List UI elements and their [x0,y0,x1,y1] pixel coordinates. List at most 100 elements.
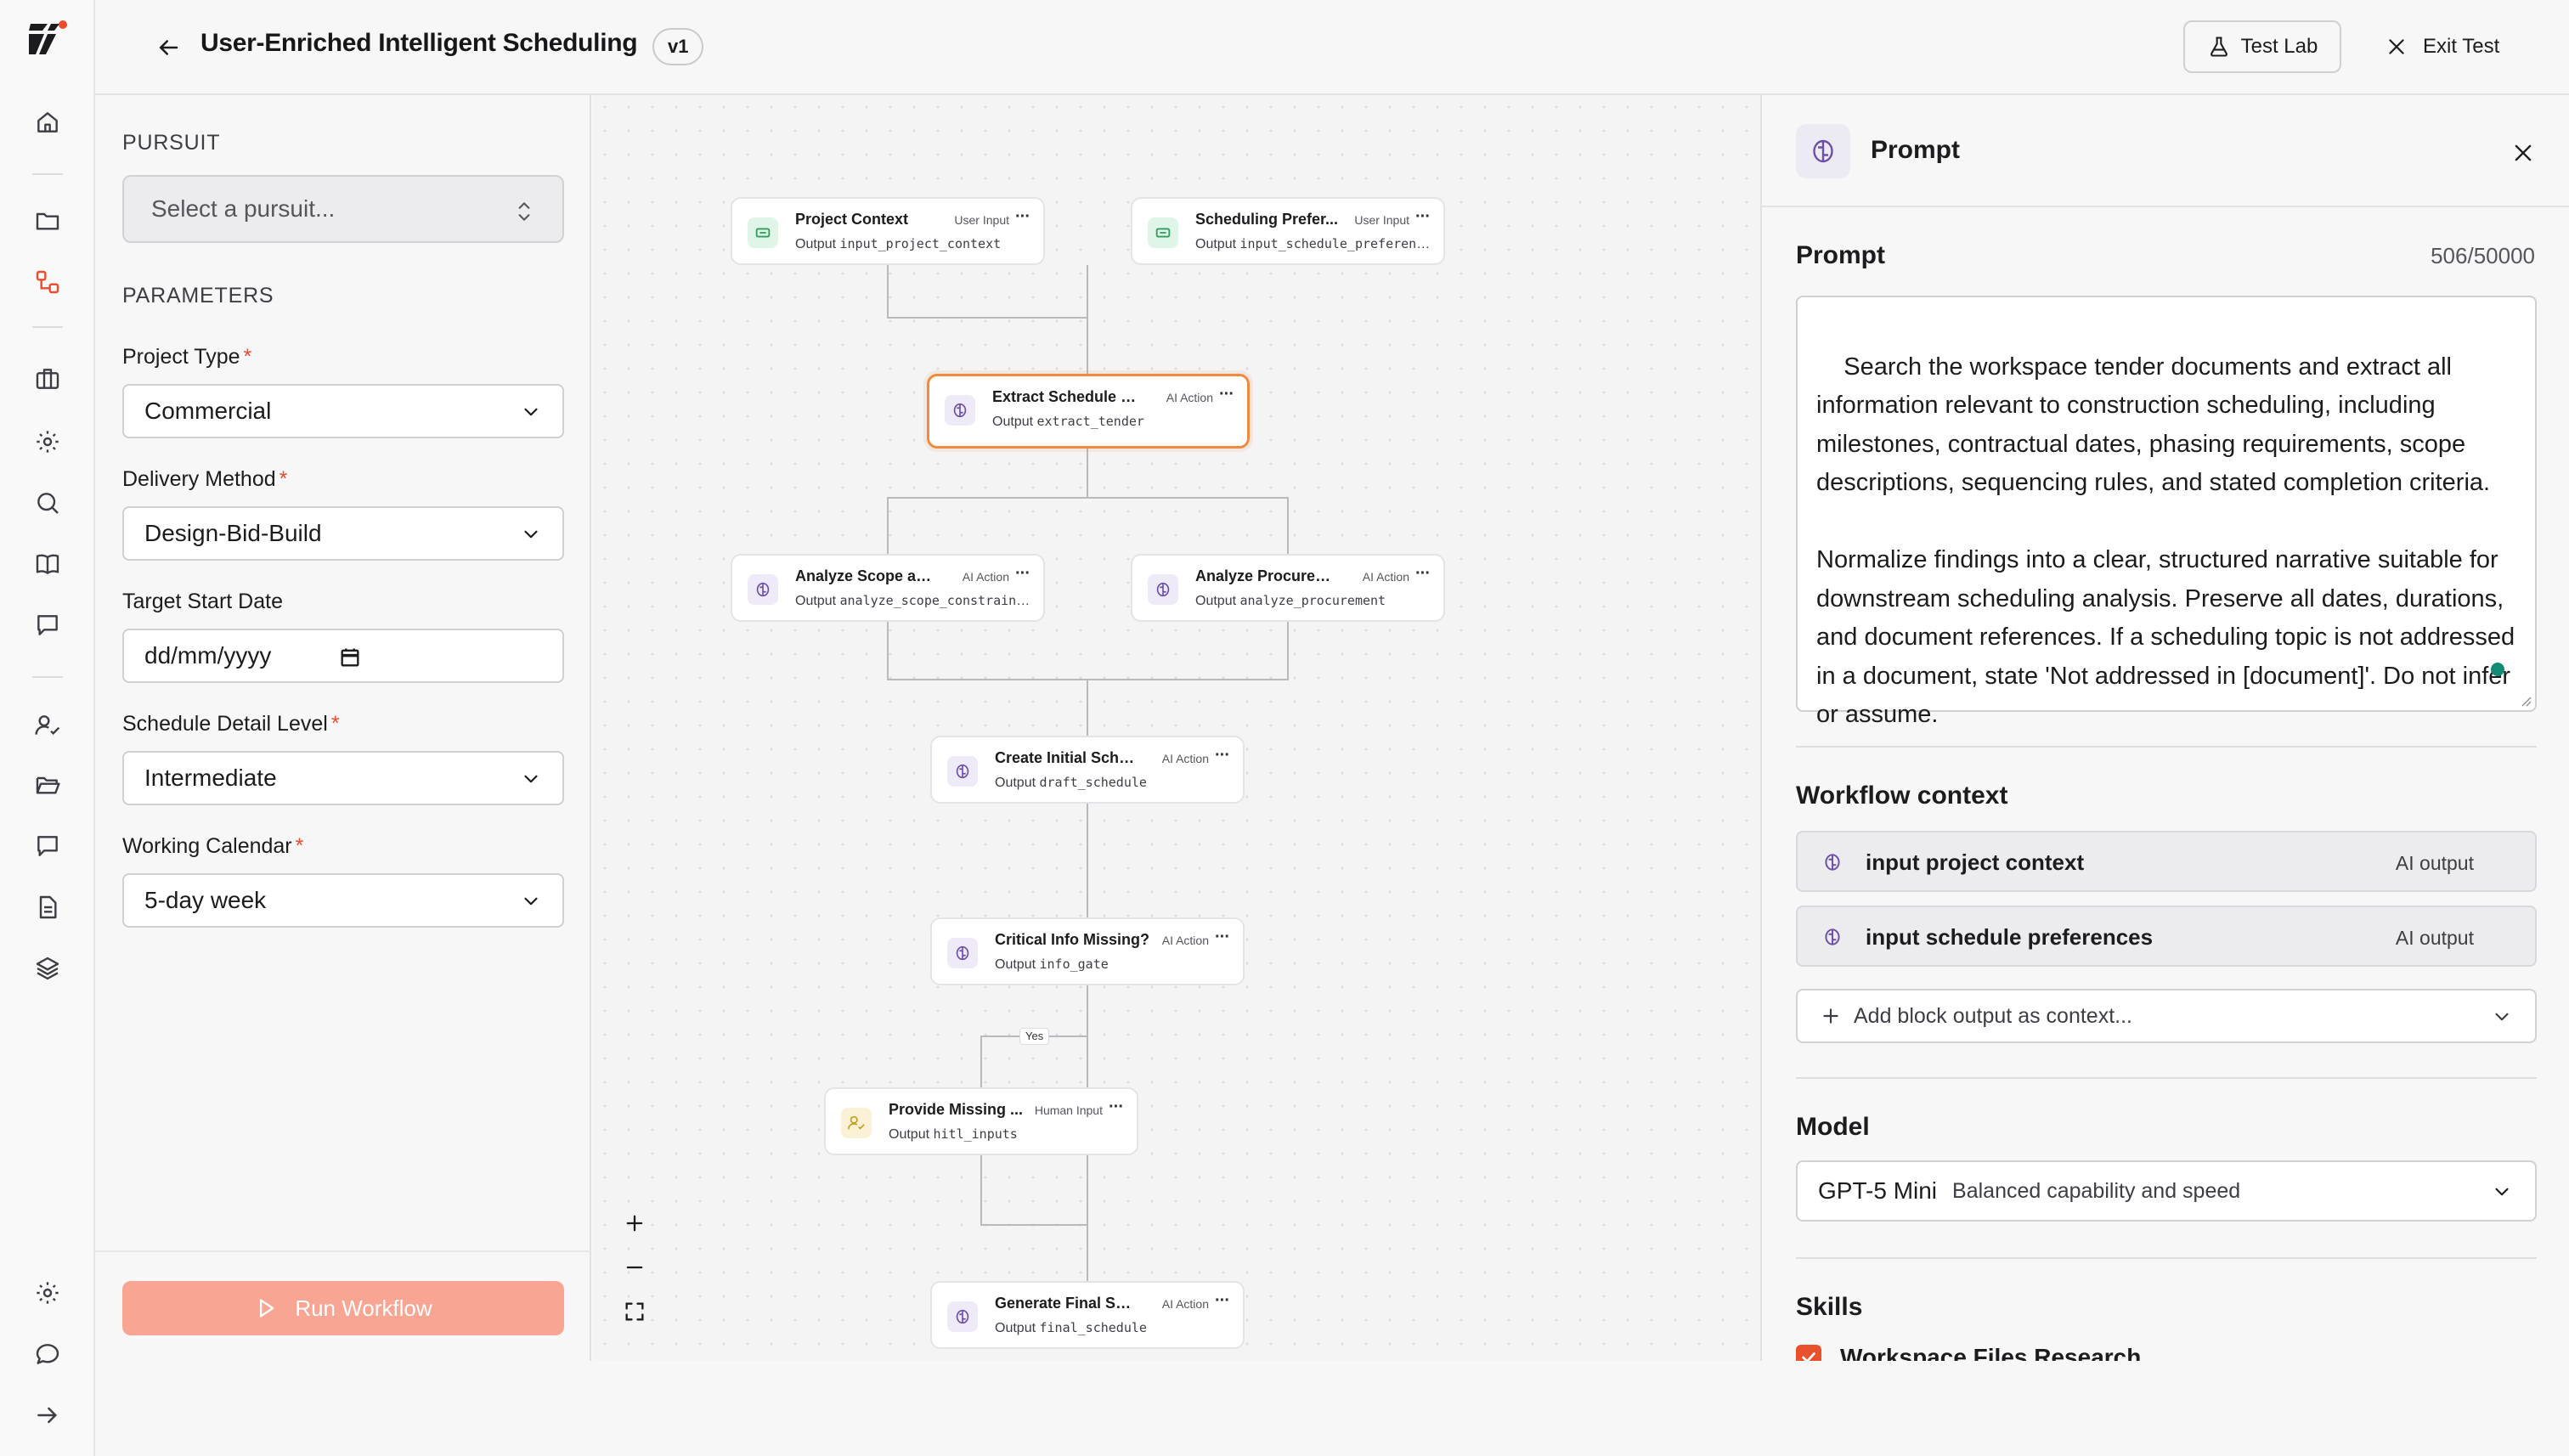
node-type: AI Action [1362,570,1409,584]
more-icon[interactable]: ··· [1215,928,1230,947]
target-start-date-input[interactable]: dd/mm/yyyy [122,629,564,683]
project-type-select[interactable]: Commercial [122,384,564,438]
chevron-updown-icon [518,202,530,221]
schedule-detail-level-label: Schedule Detail Level * [122,712,340,736]
workflow-icon[interactable] [24,258,71,306]
panel-title: Prompt [1871,136,1960,164]
arrow-right-icon[interactable] [24,1391,71,1439]
node-title: Analyze Scope and... [795,567,940,584]
test-lab-label: Test Lab [2240,35,2318,58]
layers-icon[interactable] [24,945,71,992]
prompt-textarea[interactable]: Search the workspace tender documents an… [1796,296,2537,728]
node-title: Critical Info Missing? [995,931,1149,948]
delivery-method-select[interactable]: Design-Bid-Build [122,506,564,561]
ai-brain-icon [1820,924,1845,950]
node-title: Generate Final Sch... [995,1295,1139,1312]
node-output: Output draft_schedule [995,775,1147,790]
add-context-select[interactable]: Add block output as context... [1796,989,2537,1043]
workflow-title: User-Enriched Intelligent Scheduling [200,29,638,57]
parameters-section-label: PARAMETERS [122,284,274,308]
workflow-node[interactable]: Create Initial Sche... AI Action ··· Out… [930,736,1245,804]
folder-icon[interactable] [24,197,71,245]
ai-brain-icon [748,574,778,605]
book-icon[interactable] [24,540,71,588]
ai-brain-icon [1820,849,1845,875]
workflow-canvas[interactable]: Yes Project Context User Input ··· Outpu… [593,95,1760,1361]
ai-brain-icon [945,395,975,426]
node-title: Provide Missing ... [889,1101,1024,1118]
context-item[interactable]: input project context AI output [1796,831,2537,892]
settings-icon[interactable] [24,418,71,466]
more-icon[interactable]: ··· [1215,746,1230,765]
more-icon[interactable]: ··· [1015,207,1030,227]
working-calendar-select[interactable]: 5-day week [122,873,564,928]
node-title: Extract Schedule I... [992,388,1137,405]
node-type: AI Action [1166,391,1213,404]
context-name: input project context [1866,849,2085,875]
workflow-edges [887,265,1289,1281]
workflow-node[interactable]: Analyze Scope and... AI Action ··· Outpu… [731,554,1045,622]
back-arrow-icon[interactable] [146,25,190,70]
node-title: Create Initial Sche... [995,749,1139,766]
working-calendar-label: Working Calendar * [122,834,304,858]
parameters-panel: PURSUIT Select a pursuit... PARAMETERS P… [95,95,591,1361]
workflow-node[interactable]: Project Context User Input ··· Output in… [731,197,1045,265]
user-check-icon[interactable] [24,702,71,749]
more-icon[interactable]: ··· [1015,564,1030,584]
model-name: GPT-5 Mini [1818,1177,1938,1204]
close-icon[interactable] [2506,136,2540,170]
chat-icon[interactable] [24,601,71,649]
app-logo[interactable] [25,17,70,61]
model-select[interactable]: GPT-5 Mini Balanced capability and speed [1796,1160,2537,1222]
context-tag: AI output [2395,852,2474,874]
folder-open-icon[interactable] [24,761,71,809]
gear-icon[interactable] [24,1269,71,1317]
delivery-method-label: Delivery Method * [122,467,288,491]
home-icon[interactable] [24,99,71,146]
edge [980,1155,1087,1226]
version-badge[interactable]: v1 [652,28,704,65]
context-item[interactable]: input schedule preferences AI output [1796,906,2537,967]
nav-rail [0,0,95,1456]
document-icon[interactable] [24,883,71,931]
schedule-detail-level-value: Intermediate [144,765,277,791]
workflow-node[interactable]: Provide Missing ... Human Input ··· Outp… [824,1087,1138,1155]
chevron-down-icon [524,775,538,783]
chat-bubble-icon[interactable] [24,1330,71,1378]
more-icon[interactable]: ··· [1215,1291,1230,1311]
workflow-node[interactable]: Analyze Procurem... AI Action ··· Output… [1131,554,1445,622]
resize-grip-icon[interactable] [2518,693,2532,707]
message-icon[interactable] [24,822,71,870]
skill-name: Workspace Files Research [1840,1344,2142,1361]
play-icon [260,1299,274,1318]
test-lab-button[interactable]: Test Lab [2183,20,2341,73]
more-icon[interactable]: ··· [1109,1098,1124,1117]
ai-brain-icon [1148,574,1178,605]
workflow-node[interactable]: Scheduling Prefer... User Input ··· Outp… [1131,197,1445,265]
zoom-out-icon[interactable] [612,1247,658,1288]
exit-test-button[interactable]: Exit Test [2369,20,2535,73]
workflow-node[interactable]: Critical Info Missing? AI Action ··· Out… [930,917,1245,985]
more-icon[interactable]: ··· [1219,385,1234,404]
workflow-node[interactable]: Generate Final Sch... AI Action ··· Outp… [930,1281,1245,1349]
panel-header: Prompt [1762,95,2569,207]
delivery-method-value: Design-Bid-Build [144,520,322,546]
schedule-detail-level-select[interactable]: Intermediate [122,751,564,805]
prompt-text: Search the workspace tender documents an… [1816,353,2515,729]
search-icon[interactable] [24,479,71,527]
zoom-in-icon[interactable] [612,1203,658,1244]
workflow-node-selected[interactable]: Extract Schedule I... AI Action ··· Outp… [927,374,1250,449]
more-icon[interactable]: ··· [1415,564,1431,584]
fit-view-icon[interactable] [612,1291,658,1332]
more-icon[interactable]: ··· [1415,207,1431,227]
briefcase-icon[interactable] [24,355,71,403]
node-title: Scheduling Prefer... [1195,211,1339,228]
pursuit-select[interactable]: Select a pursuit... [122,175,564,243]
node-output: Output hitl_inputs [889,1126,1018,1142]
working-calendar-value: 5-day week [144,887,267,913]
run-workflow-button[interactable]: Run Workflow [122,1281,564,1335]
checkbox-checked-icon[interactable] [1796,1345,1821,1361]
calendar-icon[interactable] [338,646,362,669]
skill-item[interactable]: Workspace Files Research [1796,1344,2141,1361]
chevron-down-icon [2495,1013,2509,1021]
